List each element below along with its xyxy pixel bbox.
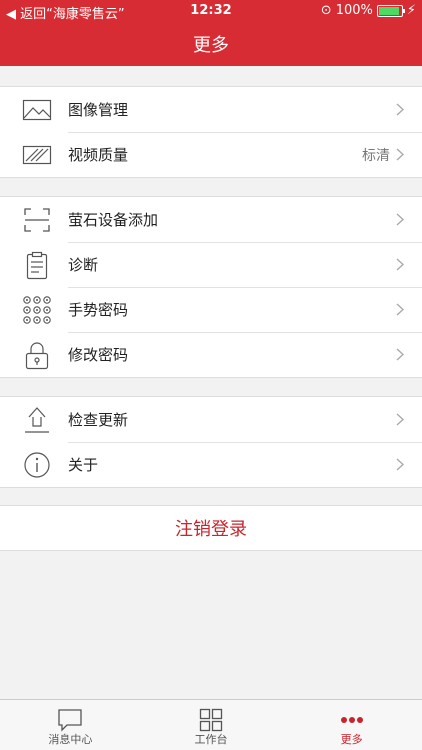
status-bar: ◀ 返回“海康零售云” 12:32 ⊙ 100% ⚡: [0, 0, 422, 22]
chevron-right-icon: [396, 258, 404, 271]
row-about[interactable]: 关于: [0, 442, 422, 487]
tab-label: 更多: [340, 733, 363, 746]
row-label: 图像管理: [68, 101, 129, 119]
charging-icon: ⚡: [406, 3, 416, 18]
page-title: 更多: [193, 35, 229, 56]
gesture-dots-icon: [23, 296, 51, 324]
chevron-right-icon: [396, 413, 404, 426]
status-right: ⊙ 100% ⚡: [321, 3, 416, 18]
grid-icon: [199, 708, 223, 732]
chevron-right-icon: [396, 103, 404, 116]
lock-icon: [25, 342, 49, 370]
row-ezviz-device-add[interactable]: 萤石设备添加: [0, 197, 422, 242]
image-icon: [22, 99, 52, 121]
row-label: 检查更新: [68, 411, 129, 429]
orientation-lock-icon: ⊙: [320, 3, 332, 18]
nav-bar: 更多: [0, 22, 422, 66]
more-dots-icon: [340, 717, 363, 723]
settings-group-about: 检查更新 关于: [0, 396, 422, 488]
row-change-password[interactable]: 修改密码: [0, 332, 422, 377]
chevron-right-icon: [396, 348, 404, 361]
battery-icon: [376, 4, 405, 17]
row-label: 手势密码: [68, 301, 129, 319]
settings-group-media: 图像管理 视频质量 标清: [0, 86, 422, 178]
battery-fill: [378, 6, 399, 15]
chevron-right-icon: [396, 458, 404, 471]
row-value: 标清: [362, 147, 390, 164]
tab-label: 工作台: [194, 733, 228, 746]
upload-arrow-icon: [25, 407, 49, 433]
logout-label: 注销登录: [175, 519, 247, 540]
chevron-right-icon: [396, 148, 404, 161]
row-label: 关于: [68, 456, 99, 474]
row-label: 萤石设备添加: [68, 211, 159, 229]
video-quality-icon: [22, 145, 52, 165]
tab-workbench[interactable]: 工作台: [141, 700, 282, 750]
row-gesture-password[interactable]: 手势密码: [0, 287, 422, 332]
clipboard-icon: [26, 251, 48, 280]
chevron-right-icon: [396, 303, 404, 316]
row-diagnosis[interactable]: 诊断: [0, 242, 422, 287]
info-icon: [24, 452, 50, 478]
message-icon: [58, 709, 82, 732]
tab-more[interactable]: 更多: [281, 700, 422, 750]
row-image-management[interactable]: 图像管理: [0, 87, 422, 132]
chevron-right-icon: [396, 213, 404, 226]
row-label: 修改密码: [68, 346, 129, 364]
tab-messages[interactable]: 消息中心: [0, 700, 141, 750]
row-video-quality[interactable]: 视频质量 标清: [0, 132, 422, 177]
battery-percent: 100%: [335, 3, 373, 18]
logout-button[interactable]: 注销登录: [0, 505, 422, 551]
settings-group-device: 萤石设备添加 诊断 手势密码 修改密码: [0, 196, 422, 378]
scan-icon: [24, 208, 50, 232]
row-label: 视频质量: [68, 146, 129, 164]
tab-label: 消息中心: [48, 733, 93, 746]
row-check-update[interactable]: 检查更新: [0, 397, 422, 442]
row-label: 诊断: [68, 256, 99, 274]
tab-bar: 消息中心 工作台 更多: [0, 699, 422, 750]
